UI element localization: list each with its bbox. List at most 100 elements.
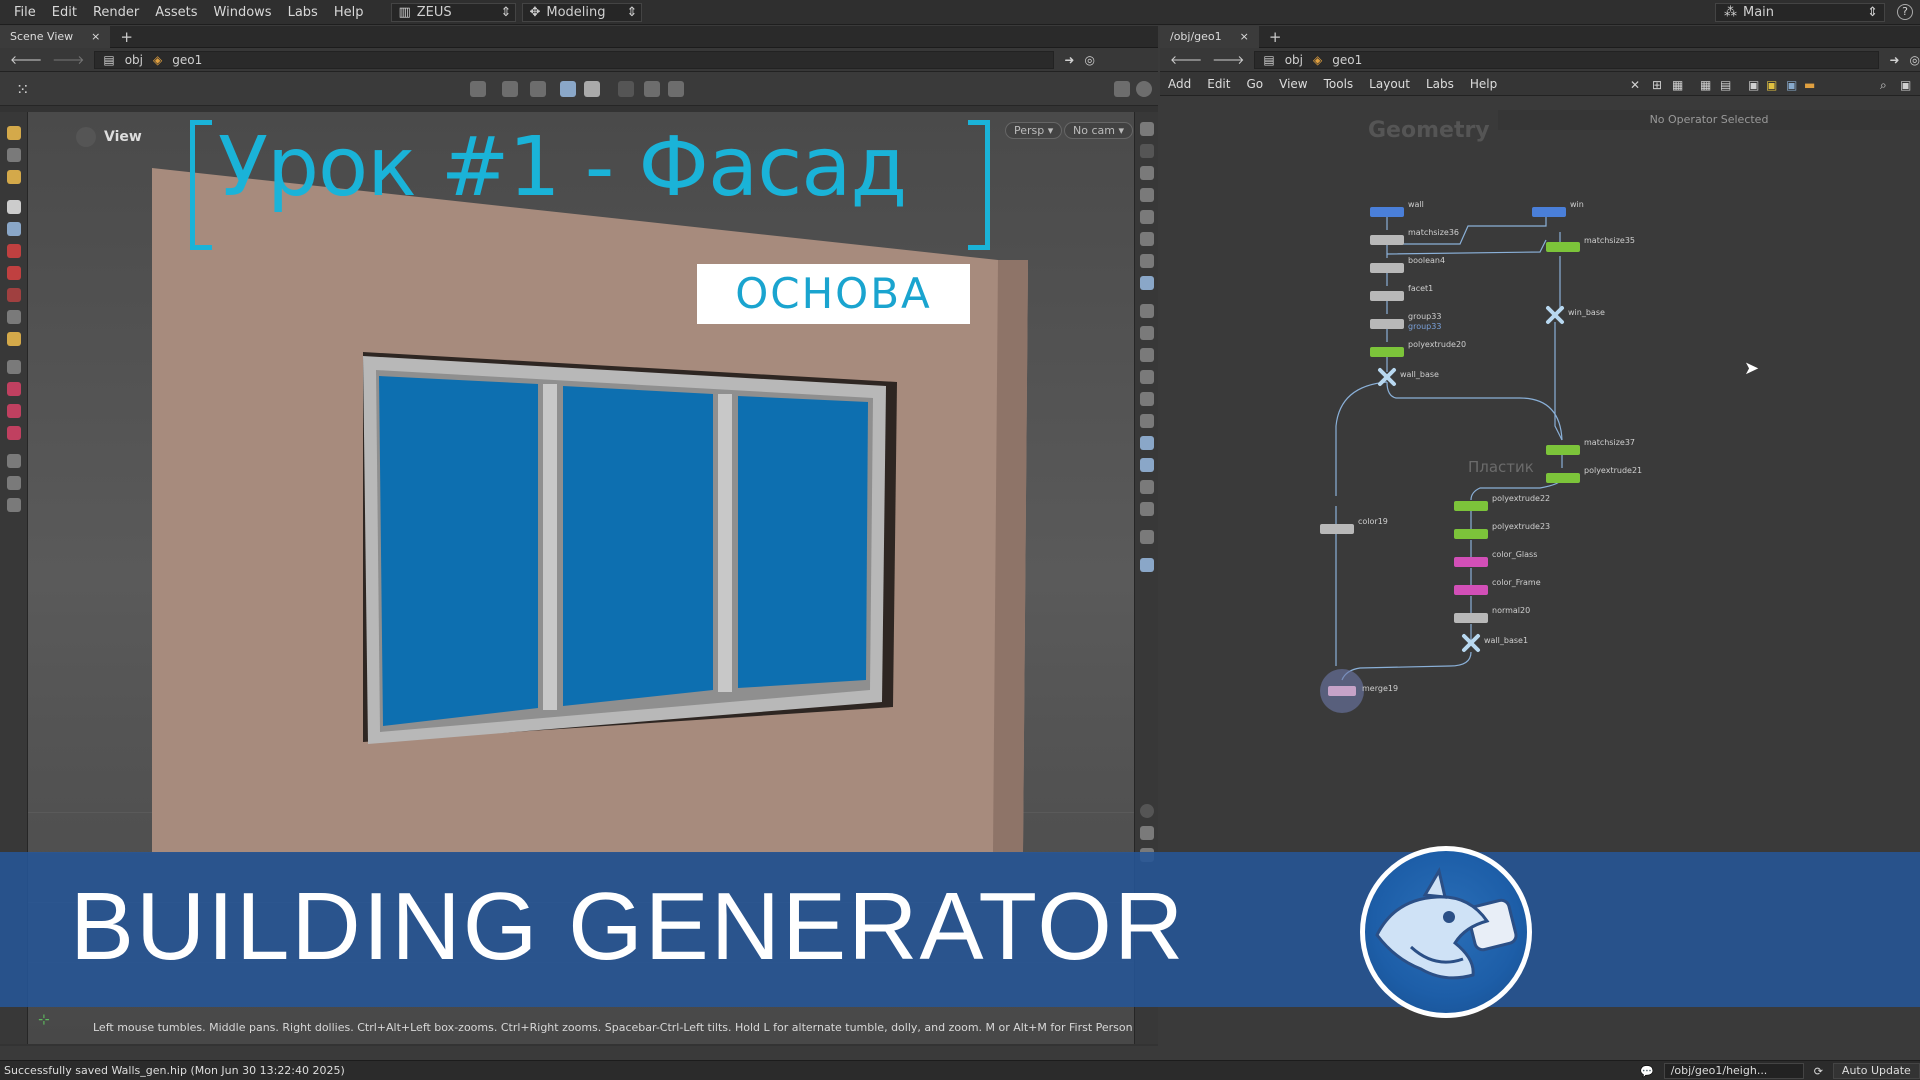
points-icon[interactable] xyxy=(1140,304,1154,318)
move-icon[interactable] xyxy=(7,244,21,258)
scale-icon[interactable] xyxy=(7,288,21,302)
bend-icon[interactable] xyxy=(7,404,21,418)
node-color-frame xyxy=(1454,585,1488,595)
rotate-icon[interactable] xyxy=(7,266,21,280)
node-label-facet1: facet1 xyxy=(1408,284,1434,293)
hand-icon[interactable] xyxy=(7,498,21,512)
select-icon[interactable] xyxy=(7,200,21,214)
menu-assets[interactable]: Assets xyxy=(147,5,205,20)
lock-camera-icon[interactable] xyxy=(1140,166,1154,180)
lesson-subtitle: ОСНОВА xyxy=(697,264,970,324)
node-group33 xyxy=(1370,319,1404,329)
brush-icon[interactable] xyxy=(7,332,21,346)
select-points-icon[interactable] xyxy=(502,81,518,97)
shading-icon[interactable] xyxy=(1140,276,1154,290)
desktop-selector[interactable]: ▥ ZEUS ⇕ xyxy=(391,2,517,22)
node-color-glass xyxy=(1454,557,1488,567)
camera-icon[interactable] xyxy=(644,81,660,97)
handle-icon[interactable] xyxy=(7,126,21,140)
knife-icon[interactable] xyxy=(7,382,21,396)
ghost-icon[interactable] xyxy=(1140,144,1154,158)
title-bracket-left xyxy=(190,120,212,250)
pin-icon[interactable]: ➜ xyxy=(1064,53,1074,67)
uv-icon[interactable] xyxy=(1140,370,1154,384)
chat-icon[interactable]: 💬 xyxy=(1640,1065,1654,1078)
view-tool-icon[interactable] xyxy=(7,148,21,162)
link-icon[interactable]: ◎ xyxy=(1084,53,1094,67)
display-options-icon[interactable] xyxy=(1140,122,1154,136)
node-merge19 xyxy=(1328,686,1356,696)
title-banner: BUILDING GENERATOR xyxy=(0,852,1920,1007)
menu-file[interactable]: File xyxy=(0,5,44,20)
wire-icon[interactable] xyxy=(1140,348,1154,362)
camera-menu-button[interactable]: No cam ▾ xyxy=(1064,122,1133,139)
select-mode-icon[interactable] xyxy=(470,81,486,97)
node-polyextrude23 xyxy=(1454,529,1488,539)
info-icon-2[interactable] xyxy=(1140,804,1154,818)
menu-windows[interactable]: Windows xyxy=(206,5,280,20)
frame-icon[interactable] xyxy=(1140,210,1154,224)
node-win-base xyxy=(1546,306,1564,324)
help-icon[interactable]: ? xyxy=(1897,4,1913,20)
grid-menu-icon[interactable]: ⁙ xyxy=(16,80,29,99)
transform-icon[interactable] xyxy=(7,310,21,324)
status-path-field[interactable]: /obj/geo1/heigh... xyxy=(1663,1063,1804,1079)
menu-edit[interactable]: Edit xyxy=(44,5,85,20)
refresh-icon[interactable]: ⟳ xyxy=(1814,1065,1823,1078)
node-label-wall-base1: wall_base1 xyxy=(1484,636,1529,645)
tool-handles-icon[interactable] xyxy=(1140,414,1154,428)
select-edges-icon[interactable] xyxy=(530,81,546,97)
persp-menu-button[interactable]: Persp ▾ xyxy=(1005,122,1063,139)
snapshot-icon[interactable] xyxy=(668,81,684,97)
group-icon[interactable] xyxy=(7,360,21,374)
light-tool-icon[interactable] xyxy=(7,476,21,490)
close-icon[interactable]: × xyxy=(91,30,100,43)
light-icon[interactable] xyxy=(1140,232,1154,246)
vis-icon[interactable] xyxy=(1140,558,1154,572)
menu-labs[interactable]: Labs xyxy=(280,5,326,20)
magnet-icon[interactable] xyxy=(7,426,21,440)
node-label-wall-base: wall_base xyxy=(1400,370,1439,379)
snapshot-tool-icon[interactable] xyxy=(7,454,21,468)
path-obj[interactable]: obj xyxy=(125,53,143,67)
home-icon[interactable] xyxy=(1140,188,1154,202)
render-icon[interactable] xyxy=(618,81,634,97)
add-tab-icon[interactable]: + xyxy=(110,28,143,46)
menu-render[interactable]: Render xyxy=(85,5,147,20)
display-icon[interactable] xyxy=(584,81,600,97)
xray-icon[interactable] xyxy=(1140,458,1154,472)
draw-icon[interactable] xyxy=(1140,436,1154,450)
node-label-wall: wall xyxy=(1408,200,1424,209)
back-icon[interactable]: 🡐 xyxy=(10,52,42,67)
pose-icon[interactable] xyxy=(7,170,21,184)
node-color19 xyxy=(1320,524,1354,534)
forward-icon[interactable]: 🡒 xyxy=(52,52,84,67)
bg-icon[interactable] xyxy=(1140,502,1154,516)
mode-selector[interactable]: ✥ Modeling ⇕ xyxy=(522,2,643,22)
lock-icon[interactable] xyxy=(7,222,21,236)
info-icon[interactable] xyxy=(1136,81,1152,97)
node-polyextrude22 xyxy=(1454,501,1488,511)
tab-scene-view[interactable]: Scene View × xyxy=(0,25,111,48)
status-bar: Successfully saved Walls_gen.hip (Mon Ju… xyxy=(0,1060,1920,1080)
node-normal20 xyxy=(1454,613,1488,623)
path-field[interactable]: ▤ obj ◈ geo1 xyxy=(94,50,1055,69)
layout-icon[interactable] xyxy=(1114,81,1130,97)
paint-icon[interactable] xyxy=(1140,392,1154,406)
snap-grid-icon[interactable] xyxy=(1140,530,1154,544)
status-controls: 💬 /obj/geo1/heigh... ⟳ Auto Update xyxy=(1640,1063,1920,1079)
view-label[interactable]: View xyxy=(76,127,142,147)
node-polyextrude20 xyxy=(1370,347,1404,357)
node-label-color-frame: color_Frame xyxy=(1492,578,1541,587)
node-wall-base xyxy=(1378,368,1396,386)
chevron-updown-icon: ⇕ xyxy=(626,4,638,20)
snap-icon[interactable] xyxy=(560,81,576,97)
camera-view-icon[interactable] xyxy=(1140,254,1154,268)
main-desktop-selector[interactable]: ⁂ Main ⇕ xyxy=(1715,3,1885,22)
geometry-icon[interactable] xyxy=(1140,480,1154,494)
menu-help[interactable]: Help xyxy=(326,5,372,20)
layout-toggle-icon[interactable] xyxy=(1140,826,1154,840)
normals-icon[interactable] xyxy=(1140,326,1154,340)
path-geo[interactable]: geo1 xyxy=(172,53,202,67)
auto-update-button[interactable]: Auto Update xyxy=(1832,1063,1920,1079)
